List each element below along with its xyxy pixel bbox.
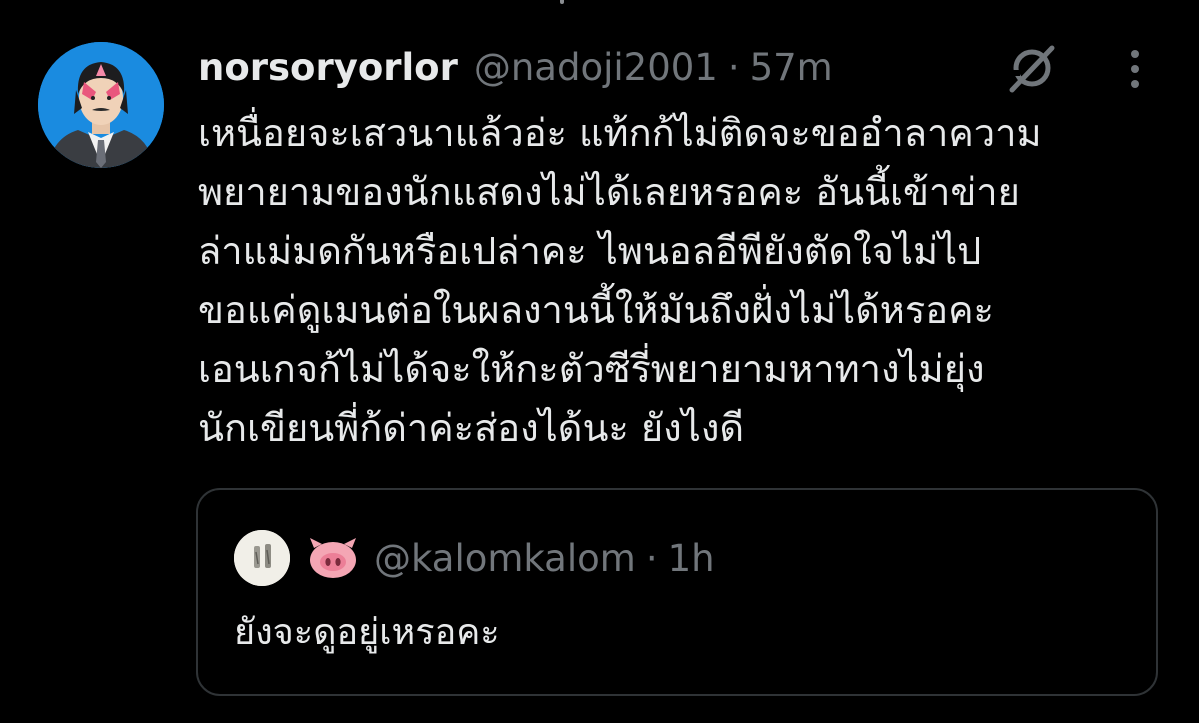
tweet-text: เหนื่อยจะเสวนาแล้วอ่ะ แท้กก้ไม่ติดจะขออำ…	[198, 104, 1168, 458]
quote-header: @kalomkalom · 1h	[234, 530, 715, 586]
author-handle[interactable]: @nadoji2001	[474, 46, 718, 89]
tweet-text-line: นักเขียนพี่ก้ด่าค่ะส่องได้นะ ยังไงดี	[198, 406, 745, 450]
tweet-header: norsoryorlor @nadoji2001 · 57m	[198, 42, 833, 92]
tweet-text-line: เอนเกจก้ไม่ได้จะให้กะตัวซีรี่พยายามหาทาง…	[198, 347, 985, 391]
quote-text: ยังจะดูอยู่เหรอคะ	[234, 612, 500, 653]
tweet-text-line: พยายามของนักแสดงไม่ได้เลยหรอคะ อันนี้เข้…	[198, 170, 1020, 214]
quoted-tweet[interactable]: @kalomkalom · 1h ยังจะดูอยู่เหรอคะ	[196, 488, 1158, 696]
more-vertical-icon[interactable]	[1120, 46, 1150, 92]
tweet-text-line: เหนื่อยจะเสวนาแล้วอ่ะ แท้กก้ไม่ติดจะขออำ…	[198, 111, 1042, 155]
header-separator: ·	[727, 45, 740, 89]
tweet-text-line: ขอแค่ดูเมนต่อในผลงานนี้ให้มันถึงฝั่งไม่ไ…	[198, 288, 994, 332]
quote-header-separator: ·	[645, 536, 658, 580]
author-avatar[interactable]	[38, 42, 164, 168]
quote-author-avatar[interactable]	[234, 530, 290, 586]
tweet-timestamp[interactable]: 57m	[750, 46, 833, 89]
quote-timestamp[interactable]: 1h	[668, 537, 715, 580]
pig-nose-icon	[308, 536, 358, 580]
tweet-text-line: ล่าแม่มดกันหรือเปล่าคะ ไพนอลอีพียังตัดใจ…	[198, 229, 982, 273]
author-display-name[interactable]: norsoryorlor	[198, 46, 458, 89]
quote-author-handle[interactable]: @kalomkalom	[374, 537, 636, 580]
grok-icon[interactable]	[1004, 40, 1060, 96]
tweet[interactable]: norsoryorlor @nadoji2001 · 57m เหนื่อยจะ…	[0, 0, 1199, 723]
